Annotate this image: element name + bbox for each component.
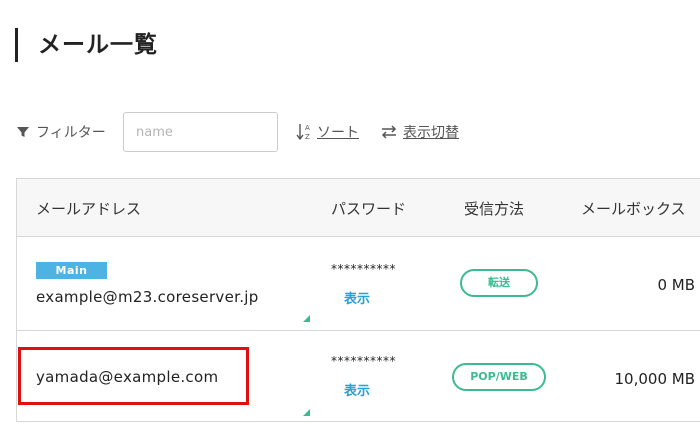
receive-method-badge: 転送: [460, 269, 538, 297]
swap-arrows-icon[interactable]: [380, 124, 398, 140]
mailbox-size: 0 MB: [657, 276, 695, 294]
email-address[interactable]: yamada@example.com: [36, 368, 218, 386]
sort-az-icon[interactable]: A Z: [296, 122, 312, 142]
header-email[interactable]: メールアドレス: [36, 198, 141, 219]
page-title: メール一覧: [15, 28, 158, 62]
receive-method-badge: POP/WEB: [452, 363, 546, 391]
show-password-link[interactable]: 表示: [344, 380, 370, 399]
header-method[interactable]: 受信方法: [464, 198, 524, 219]
filter-label: フィルター: [36, 125, 106, 141]
svg-text:A: A: [305, 124, 310, 132]
filter-bar: フィルター A Z ソート 表示切替: [16, 112, 696, 152]
table-header: メールアドレス パスワード 受信方法 メールボックス: [17, 179, 700, 237]
table-row[interactable]: yamada@example.com ********** 表示 POP/WEB…: [17, 330, 700, 424]
corner-marker-icon: [303, 409, 310, 416]
table-row[interactable]: Main example@m23.coreserver.jp *********…: [17, 236, 700, 331]
show-password-link[interactable]: 表示: [344, 288, 370, 307]
filter-name-input[interactable]: [123, 112, 278, 152]
masked-password: **********: [331, 262, 396, 276]
display-toggle-link[interactable]: 表示切替: [403, 122, 459, 142]
email-address[interactable]: example@m23.coreserver.jp: [36, 288, 259, 306]
masked-password: **********: [331, 354, 396, 368]
corner-marker-icon: [303, 315, 310, 322]
header-mailbox[interactable]: メールボックス: [581, 198, 686, 219]
mail-table: メールアドレス パスワード 受信方法 メールボックス Main example@…: [16, 178, 700, 422]
svg-text:Z: Z: [305, 133, 310, 141]
filter-icon: [17, 127, 29, 137]
mailbox-size: 10,000 MB: [614, 370, 696, 388]
sort-link[interactable]: ソート: [317, 122, 359, 142]
main-badge: Main: [36, 262, 107, 279]
header-password[interactable]: パスワード: [331, 198, 406, 219]
